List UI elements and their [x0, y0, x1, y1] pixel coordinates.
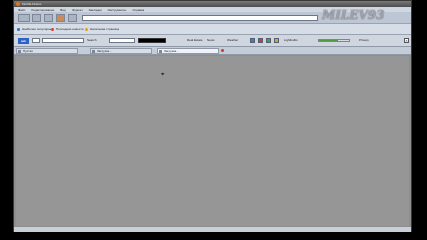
browser-window: Mozilla Firefox Файл Редактирование Вид …	[13, 0, 412, 232]
volume-slider[interactable]	[318, 39, 350, 42]
mouse-cursor-icon: ⌖	[161, 72, 165, 78]
tab-empty[interactable]: Пустая	[16, 48, 78, 54]
ask-logo[interactable]: ask	[18, 38, 29, 44]
window-title: Mozilla Firefox	[22, 2, 42, 6]
menu-help[interactable]: Справка	[132, 8, 144, 12]
home-button[interactable]	[68, 14, 77, 22]
music-icon[interactable]	[266, 38, 271, 43]
privacy-label: Privacy	[359, 38, 369, 42]
weather-button[interactable]: Weather	[227, 37, 238, 44]
rss-icon	[51, 28, 54, 31]
tab-loading-2[interactable]: Загрузка...	[157, 48, 219, 54]
url-bar[interactable]	[82, 15, 318, 21]
real-estate-button[interactable]: Real Estate	[187, 37, 203, 44]
firefox-icon	[16, 2, 20, 6]
bookmark-label: Последние новости	[56, 27, 84, 31]
menu-history[interactable]: Журнал	[72, 8, 83, 12]
real-estate-label: Real Estate	[187, 38, 203, 42]
bookmarks-toolbar: Наиболее популярные Последние новости На…	[14, 24, 411, 35]
watermark-logo: MILEV93	[322, 8, 385, 22]
toolbar-dropdown[interactable]	[32, 38, 40, 43]
bookmark-icon	[17, 28, 20, 31]
search-button-label: Search	[87, 38, 97, 42]
tab-label: Пустая	[23, 49, 33, 53]
toolbar-black-field[interactable]	[138, 38, 166, 43]
menu-bookmarks[interactable]: Закладки	[89, 8, 102, 12]
ask-search-button[interactable]: Search	[87, 37, 97, 44]
loading-icon	[159, 50, 162, 53]
bookmark-label: Начальная страница	[90, 27, 120, 31]
news-button[interactable]: News	[207, 37, 215, 44]
stop-button[interactable]	[56, 14, 65, 22]
lightbulb-button[interactable]: Lightbulbs	[284, 37, 298, 44]
lightbulb-label: Lightbulbs	[284, 38, 298, 42]
mail-icon[interactable]	[250, 38, 255, 43]
bookmark-latest-news[interactable]: Последние новости	[50, 26, 85, 33]
page-icon	[18, 50, 21, 53]
reload-button[interactable]	[44, 14, 53, 22]
menu-tools[interactable]: Инструменты	[108, 8, 127, 12]
weather-label: Weather	[227, 38, 239, 42]
forward-button[interactable]	[32, 14, 41, 22]
bookmark-icon	[85, 28, 88, 31]
tab-label: Загрузка...	[97, 49, 112, 53]
status-bar	[14, 227, 411, 232]
page-content[interactable]	[16, 56, 409, 226]
menu-file[interactable]: Файл	[18, 8, 25, 12]
radio-icon[interactable]	[274, 38, 279, 43]
back-button[interactable]	[18, 14, 30, 22]
video-icon[interactable]	[258, 38, 263, 43]
volume-fill	[319, 40, 338, 41]
tab-close-icon[interactable]	[221, 49, 224, 52]
tab-loading-1[interactable]: Загрузка...	[90, 48, 152, 54]
bookmark-label: Наиболее популярные	[22, 27, 54, 31]
menu-view[interactable]: Вид	[60, 8, 65, 12]
ask-search-input[interactable]	[42, 38, 84, 43]
privacy-button[interactable]: Privacy	[359, 37, 369, 44]
bookmark-start-page[interactable]: Начальная страница	[84, 26, 121, 33]
ask-toolbar: ask Search Real Estate News Weather Ligh…	[14, 35, 411, 47]
news-label: News	[207, 38, 215, 42]
tab-label: Загрузка...	[164, 49, 179, 53]
toolbar-input-2[interactable]	[109, 38, 135, 43]
tab-bar: Пустая Загрузка... Загрузка...	[14, 47, 411, 55]
loading-icon	[92, 50, 95, 53]
menu-edit[interactable]: Редактирование	[31, 8, 54, 12]
toolbar-close-icon[interactable]: ×	[404, 38, 409, 43]
